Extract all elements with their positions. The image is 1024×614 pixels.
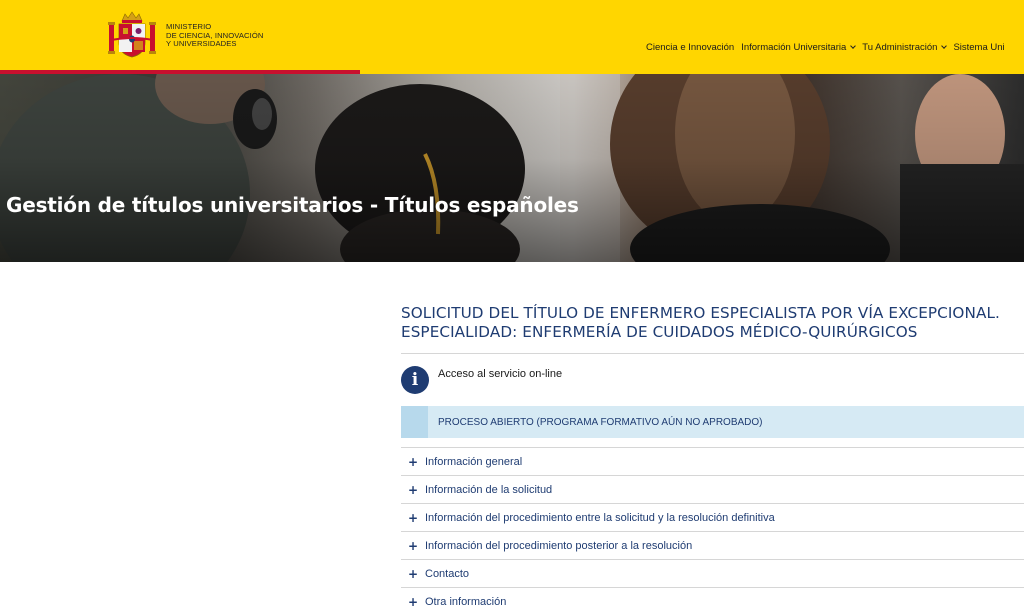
coat-of-arms-icon: [108, 11, 156, 58]
plus-icon: +: [407, 594, 419, 609]
accordion-item-otra-informacion[interactable]: + Otra información: [401, 588, 1024, 614]
chevron-down-icon: [850, 43, 857, 49]
plus-icon: +: [407, 538, 419, 553]
accordion-item-procedimiento-solicitud-resolucion[interactable]: + Información del procedimiento entre la…: [401, 504, 1024, 532]
info-icon[interactable]: i: [401, 366, 429, 394]
plus-icon: +: [407, 566, 419, 581]
nav-item-label: Ciencia e Innovación: [646, 42, 735, 53]
plus-icon: +: [407, 510, 419, 525]
plus-icon: +: [407, 454, 419, 469]
nav-item-label: Tu Administración: [862, 42, 938, 53]
nav-item-label: Sistema Uni: [953, 42, 1005, 53]
accordion-item-procedimiento-posterior[interactable]: + Información del procedimiento posterio…: [401, 532, 1024, 560]
nav-item-label: Información Universitaria: [741, 42, 847, 53]
ministry-name: MINISTERIO DE CIENCIA, INNOVACIÓN Y UNIV…: [166, 22, 263, 49]
online-service-link[interactable]: Acceso al servicio on-line: [438, 368, 562, 380]
ministry-logo[interactable]: MINISTERIO DE CIENCIA, INNOVACIÓN Y UNIV…: [107, 10, 263, 58]
site-header: MINISTERIO DE CIENCIA, INNOVACIÓN Y UNIV…: [0, 0, 1024, 74]
page-title: Gestión de títulos universitarios - Títu…: [6, 193, 579, 217]
plus-icon: +: [407, 482, 419, 497]
accordion-item-label: Contacto: [425, 567, 470, 580]
main-content: SOLICITUD DEL TÍTULO DE ENFERMERO ESPECI…: [401, 304, 1024, 614]
main-nav: Ciencia e Innovación Información Univers…: [646, 42, 1012, 53]
accordion-item-informacion-solicitud[interactable]: + Información de la solicitud: [401, 476, 1024, 504]
accordion-item-informacion-general[interactable]: + Información general: [401, 448, 1024, 476]
process-status-text: PROCESO ABIERTO (PROGRAMA FORMATIVO AÚN …: [438, 416, 763, 428]
nav-item-sistema-universitario[interactable]: Sistema Uni: [953, 42, 1004, 53]
accordion-item-contacto[interactable]: + Contacto: [401, 560, 1024, 588]
status-bar-accent: [401, 406, 428, 438]
accordion-item-label: Información de la solicitud: [425, 483, 553, 496]
nav-item-ciencia-innovacion[interactable]: Ciencia e Innovación: [646, 42, 734, 53]
info-accordion: + Información general + Información de l…: [401, 447, 1024, 614]
nav-item-tu-administracion[interactable]: Tu Administración: [862, 42, 948, 53]
procedure-title: SOLICITUD DEL TÍTULO DE ENFERMERO ESPECI…: [401, 304, 1024, 342]
online-access: i Acceso al servicio on-line: [401, 366, 1024, 394]
chevron-down-icon: [941, 43, 948, 49]
accordion-item-label: Información general: [425, 455, 523, 468]
procedure-title-line: SOLICITUD DEL TÍTULO DE ENFERMERO ESPECI…: [401, 304, 1000, 322]
procedure-title-line: ESPECIALIDAD: ENFERMERÍA DE CUIDADOS MÉD…: [401, 323, 918, 341]
ministry-line: Y UNIVERSIDADES: [166, 39, 237, 49]
accordion-item-label: Otra información: [425, 595, 507, 608]
nav-item-informacion-universitaria[interactable]: Información Universitaria: [741, 42, 857, 53]
divider: [401, 353, 1024, 354]
hero-banner: Gestión de títulos universitarios - Títu…: [0, 74, 1024, 262]
hero-overlay: [0, 74, 1024, 262]
accordion-item-label: Información del procedimiento posterior …: [425, 539, 693, 552]
accordion-item-label: Información del procedimiento entre la s…: [425, 511, 775, 524]
process-status-banner: PROCESO ABIERTO (PROGRAMA FORMATIVO AÚN …: [401, 406, 1024, 438]
page: MINISTERIO DE CIENCIA, INNOVACIÓN Y UNIV…: [0, 0, 1024, 614]
